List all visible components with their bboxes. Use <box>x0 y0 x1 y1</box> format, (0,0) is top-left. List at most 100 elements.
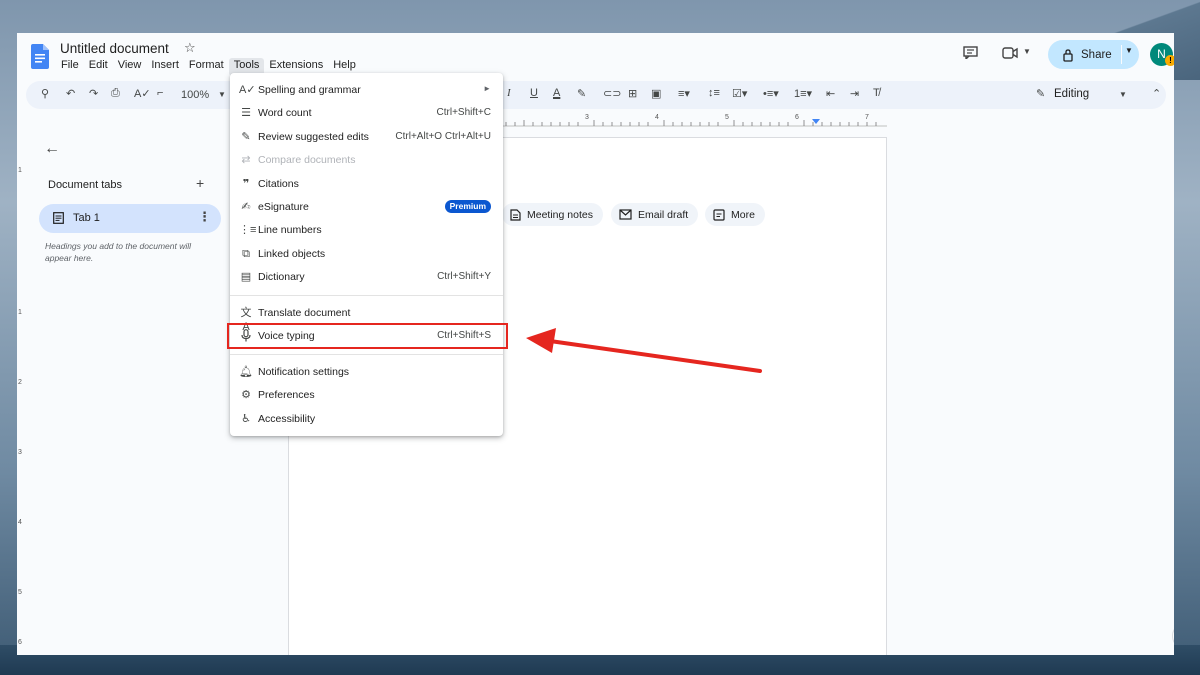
menu-item-line-numbers[interactable]: ⋮≡ Line numbers <box>230 219 503 241</box>
menu-item-label: Line numbers <box>258 224 322 236</box>
bell-icon: 🔔︎ <box>239 366 253 378</box>
menu-item-dictionary[interactable]: ▤ Dictionary Ctrl+Shift+Y <box>230 266 503 288</box>
editing-mode-select[interactable]: Editing <box>1054 88 1089 100</box>
menu-item-label: Preferences <box>258 389 315 401</box>
menu-item-label: Compare documents <box>258 154 356 166</box>
tools-menu: A✓ Spelling and grammar ► ☰ Word count C… <box>230 73 503 436</box>
vruler-number: 2 <box>18 379 22 386</box>
more-chip[interactable]: More <box>705 203 765 226</box>
menu-item-translate-document[interactable]: 文A Translate document <box>230 302 503 333</box>
side-panel-toggle-icon[interactable]: ‹ <box>1172 623 1174 649</box>
email-draft-chip[interactable]: Email draft <box>611 203 699 226</box>
menu-format[interactable]: Format <box>184 58 229 76</box>
menu-insert[interactable]: Insert <box>146 58 184 76</box>
undo-icon[interactable]: ↶ <box>66 87 75 100</box>
numbered-list-icon[interactable]: 1≡▾ <box>794 87 812 100</box>
menu-item-notification-settings[interactable]: 🔔︎ Notification settings <box>230 361 503 383</box>
print-icon[interactable]: ⎙ <box>111 87 120 100</box>
vruler-number: 5 <box>18 589 22 596</box>
preferences-icon: ⚙ <box>241 389 251 401</box>
spellcheck-icon: A✓ <box>239 84 256 96</box>
red-arrow-annotation <box>526 328 762 373</box>
menu-item-preferences[interactable]: ⚙ Preferences <box>230 384 503 406</box>
menu-item-label: eSignature <box>258 201 309 213</box>
add-tab-icon[interactable]: + <box>196 175 204 191</box>
menu-item-spelling-and-grammar[interactable]: A✓ Spelling and grammar ► <box>230 79 503 101</box>
highlight-icon[interactable]: ✎ <box>577 87 586 100</box>
pencil-icon: ✎ <box>1036 88 1046 100</box>
menu-item-esignature[interactable]: ✍ eSignature Premium <box>230 196 503 218</box>
search-menus-icon[interactable]: ⚲ <box>41 87 49 100</box>
menu-item-label: Citations <box>258 178 299 190</box>
ruler-number: 7 <box>865 114 869 121</box>
add-comment-icon[interactable]: ⊞ <box>628 87 637 100</box>
meet-dropdown-icon[interactable]: ▼ <box>1023 47 1031 56</box>
chip-label: Email draft <box>638 208 689 221</box>
tab-more-options-icon[interactable]: ⋮ <box>198 209 211 225</box>
ruler-ticks <box>487 119 887 127</box>
menu-item-word-count[interactable]: ☰ Word count Ctrl+Shift+C <box>230 102 503 124</box>
editing-dropdown-icon[interactable]: ▼ <box>1119 90 1127 99</box>
menu-item-label: Word count <box>258 107 312 119</box>
meeting-notes-chip[interactable]: Meeting notes <box>502 203 603 226</box>
link-icon[interactable]: ⊂⊃ <box>603 87 621 100</box>
review-icon: ✎ <box>241 131 251 143</box>
menu-item-label: Dictionary <box>258 271 305 283</box>
vruler-number: 4 <box>18 519 22 526</box>
comment-icon[interactable] <box>963 46 978 59</box>
zoom-select[interactable]: 100% <box>181 89 209 101</box>
quote-icon: ❞ <box>242 178 250 190</box>
menu-item-label: Linked objects <box>258 248 326 260</box>
menu-item-label: Translate document <box>258 307 351 319</box>
insert-image-icon[interactable]: ▣ <box>651 87 661 100</box>
vruler-number: 6 <box>18 639 22 646</box>
increase-indent-icon[interactable]: ⇥ <box>850 87 859 100</box>
align-icon[interactable]: ≡▾ <box>678 87 690 100</box>
menu-item-label: Review suggested edits <box>258 131 369 143</box>
document-title[interactable]: Untitled document <box>60 41 169 56</box>
menu-item-compare-documents: ⇄ Compare documents <box>230 149 503 171</box>
ruler-number: 4 <box>655 114 659 121</box>
decrease-indent-icon[interactable]: ⇤ <box>826 87 835 100</box>
line-spacing-icon[interactable]: ↕≡ <box>708 87 720 99</box>
underline-icon[interactable]: U <box>530 87 538 99</box>
email-icon <box>619 209 632 220</box>
menu-item-label: Accessibility <box>258 413 316 425</box>
star-icon[interactable]: ☆ <box>184 40 196 56</box>
chip-label: More <box>731 208 755 221</box>
vertical-ruler[interactable]: 1 1 2 3 4 5 6 <box>17 129 27 655</box>
back-arrow-icon[interactable]: ← <box>44 140 60 158</box>
compare-icon: ⇄ <box>241 154 251 166</box>
menu-item-accessibility[interactable]: ♿︎ Accessibility <box>230 408 503 430</box>
share-dropdown-icon[interactable]: ▼ <box>1125 46 1133 55</box>
collapse-menus-icon[interactable]: ⌃ <box>1152 87 1161 100</box>
share-button[interactable]: Share ▼ <box>1048 40 1139 69</box>
voice-typing-highlight-box <box>227 323 508 349</box>
redo-icon[interactable]: ↷ <box>89 87 98 100</box>
google-docs-logo[interactable] <box>31 44 49 69</box>
menu-edit[interactable]: Edit <box>84 58 113 76</box>
menu-view[interactable]: View <box>113 58 147 76</box>
menu-item-citations[interactable]: ❞ Citations <box>230 173 503 195</box>
bulleted-list-icon[interactable]: •≡▾ <box>763 87 779 100</box>
avatar-warning-badge: ! <box>1165 55 1174 66</box>
paint-format-icon[interactable]: ⌐ <box>157 87 163 99</box>
text-color-icon[interactable]: A <box>553 87 560 99</box>
zoom-dropdown-icon[interactable]: ▼ <box>218 90 226 99</box>
ruler-number: 5 <box>725 114 729 121</box>
tab-label: Tab 1 <box>73 212 100 224</box>
menu-file[interactable]: File <box>56 58 84 76</box>
menu-item-label: Notification settings <box>258 366 350 378</box>
menu-item-label: Spelling and grammar <box>258 84 361 96</box>
submenu-arrow-icon: ► <box>483 84 491 93</box>
italic-icon[interactable]: I <box>507 87 511 99</box>
linked-objects-icon: ⧉ <box>242 248 250 260</box>
horizontal-ruler[interactable]: 3 4 5 6 7 <box>487 113 887 127</box>
meet-icon[interactable] <box>1002 47 1018 59</box>
sidebar-tab-1[interactable]: Tab 1 ⋮ <box>39 204 221 233</box>
clear-formatting-icon[interactable]: T̸ <box>873 87 880 99</box>
menu-item-linked-objects[interactable]: ⧉ Linked objects <box>230 243 503 265</box>
menu-item-review-suggested-edits[interactable]: ✎ Review suggested edits Ctrl+Alt+O Ctrl… <box>230 126 503 148</box>
spellcheck-toolbar-icon[interactable]: A✓ <box>134 87 151 100</box>
checklist-icon[interactable]: ☑▾ <box>732 87 747 100</box>
